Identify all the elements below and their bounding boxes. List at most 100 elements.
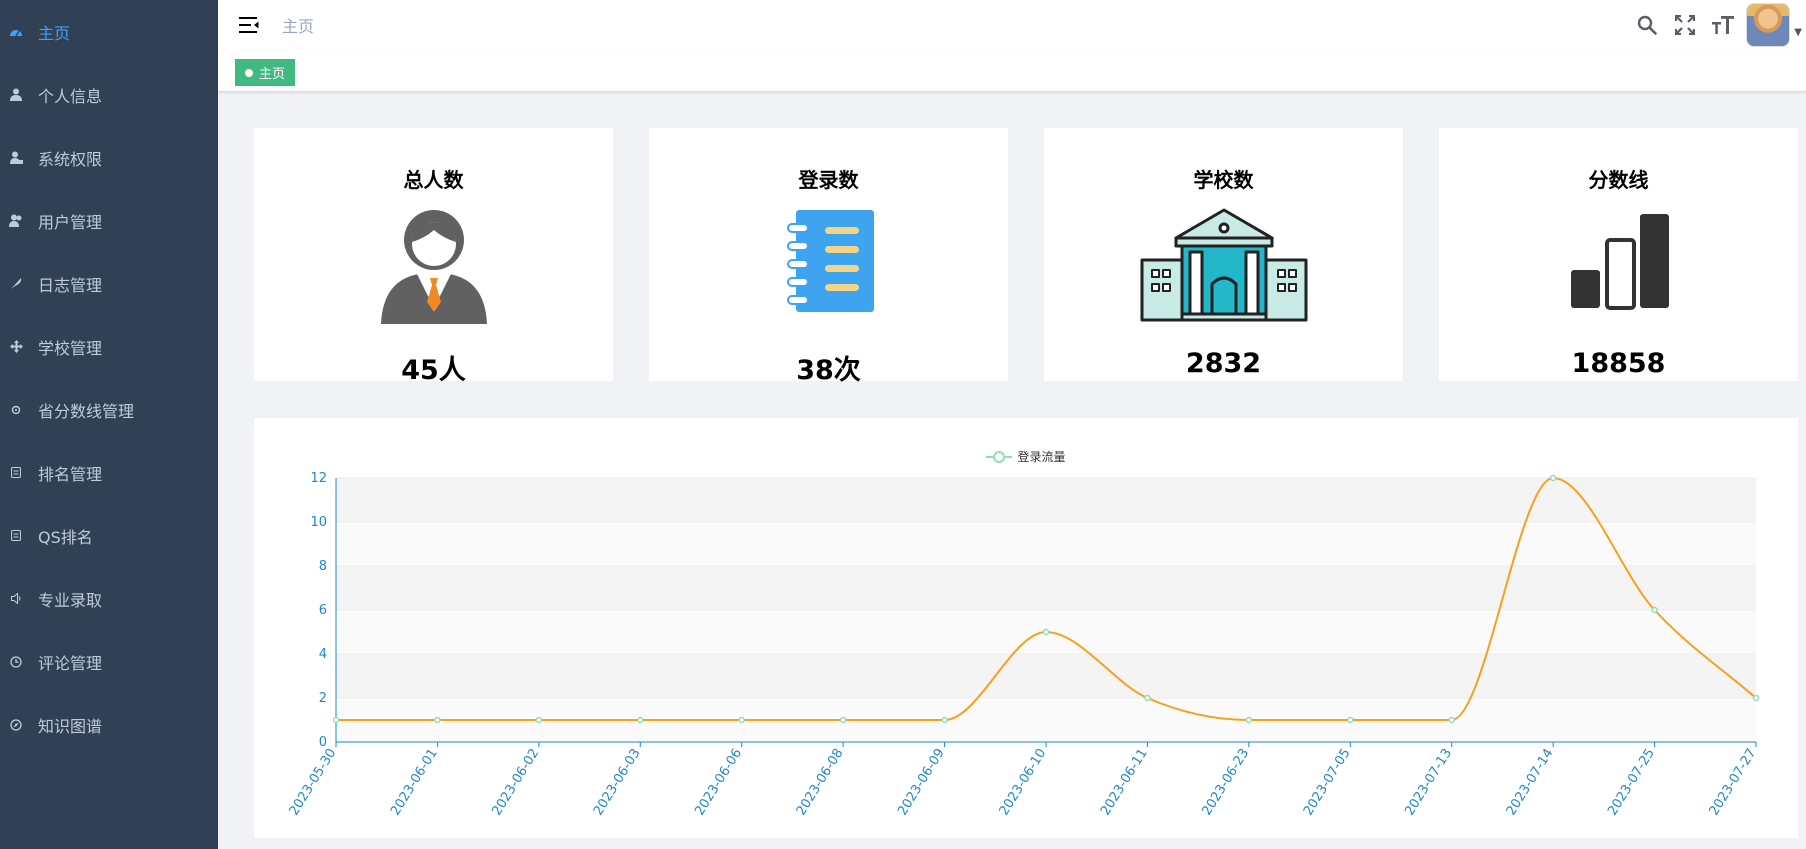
x-tick-label: 2023-05-30 [287, 746, 340, 818]
tag-home[interactable]: 主页 [235, 59, 296, 86]
settings-icon [6, 400, 26, 420]
sidebar-item-qs-ranking[interactable]: QS排名 [0, 504, 218, 567]
y-tick-label: 4 [319, 647, 327, 662]
list-icon [6, 463, 26, 483]
data-point [839, 716, 847, 724]
x-tick-label: 2023-06-10 [997, 746, 1050, 818]
breadcrumb[interactable]: 主页 [282, 13, 314, 37]
sidebar-item-label: 主页 [38, 23, 71, 43]
chart-legend[interactable]: 登录流量 [254, 448, 1798, 465]
data-point [1347, 716, 1354, 724]
sidebar-item-comments[interactable]: 评论管理 [0, 630, 218, 693]
grid-band [336, 522, 1756, 566]
dashboard-icon [6, 22, 26, 42]
feather-icon [6, 274, 26, 294]
data-point [1549, 474, 1557, 482]
sidebar-item-province-scores[interactable]: 省分数线管理 [0, 378, 218, 441]
data-point [637, 716, 644, 724]
sidebar-item-label: 省分数线管理 [38, 401, 135, 421]
caret-down-icon[interactable]: ▼ [1794, 27, 1802, 38]
person-icon [379, 208, 489, 328]
sidebar-item-label: 排名管理 [38, 464, 103, 484]
sidebar-item-logs[interactable]: 日志管理 [0, 252, 218, 315]
x-tick-label: 2023-06-03 [591, 746, 644, 818]
card-total-users: 总人数 45人 [254, 128, 613, 386]
active-dot-icon [245, 68, 253, 77]
sidebar-item-label: 学校管理 [38, 338, 103, 358]
y-tick-label: 10 [310, 515, 327, 530]
x-tick-label: 2023-07-14 [1504, 746, 1557, 818]
card-value: 18858 [1571, 348, 1666, 379]
speaker-icon [6, 589, 26, 609]
data-point [434, 716, 441, 724]
sidebar-item-major-admission[interactable]: 专业录取 [0, 567, 218, 630]
search-icon[interactable] [1628, 0, 1666, 50]
sidebar-item-knowledge-graph[interactable]: 知识图谱 [0, 693, 218, 756]
x-tick-label: 2023-06-09 [895, 746, 948, 818]
grid-band [336, 566, 1756, 610]
y-tick-label: 6 [319, 603, 327, 618]
x-tick-label: 2023-07-05 [1301, 746, 1354, 818]
x-tick-label: 2023-07-25 [1605, 746, 1658, 818]
navbar: 主页 ▼ [218, 0, 1806, 50]
compass-icon [6, 715, 26, 735]
data-point [1752, 694, 1760, 702]
clock-icon [6, 652, 26, 672]
sidebar-item-schools[interactable]: 学校管理 [0, 315, 218, 378]
x-tick-label: 2023-06-06 [692, 746, 745, 818]
sidebar-item-label: 专业录取 [38, 590, 103, 610]
fullscreen-icon[interactable] [1666, 0, 1704, 50]
sidebar-item-label: 日志管理 [38, 275, 103, 295]
sidebar-item-users[interactable]: 用户管理 [0, 189, 218, 252]
card-school-count: 学校数 2832 [1044, 128, 1403, 381]
sidebar-item-label: 评论管理 [38, 653, 103, 673]
sidebar-item-label: 用户管理 [38, 212, 103, 232]
sidebar-item-profile[interactable]: 个人信息 [0, 63, 218, 126]
card-value: 45人 [401, 355, 466, 386]
x-tick-label: 2023-06-02 [489, 746, 542, 818]
card-value: 2832 [1185, 348, 1262, 379]
sidebar-item-label: 个人信息 [38, 86, 103, 106]
font-size-icon[interactable] [1704, 0, 1742, 50]
card-login-count: 登录数 38次 [649, 128, 1008, 386]
user-icon [6, 85, 26, 105]
list-icon [6, 526, 26, 546]
users-icon [6, 211, 26, 231]
y-tick-label: 8 [319, 559, 327, 574]
y-tick-label: 2 [319, 691, 327, 706]
sidebar-item-home[interactable]: 主页 [0, 0, 218, 63]
card-title: 学校数 [1193, 168, 1254, 192]
user-lock-icon [6, 148, 26, 168]
card-title: 分数线 [1588, 168, 1649, 192]
x-tick-label: 2023-07-13 [1402, 746, 1455, 818]
data-point [738, 716, 745, 724]
sidebar: 主页 个人信息 系统权限 用户管理 日志管理 学校管理 省分数线管理 排名管理 … [0, 0, 218, 849]
x-tick-label: 2023-06-01 [388, 746, 441, 818]
tag-label: 主页 [259, 67, 286, 82]
data-point [941, 716, 948, 724]
login-traffic-chart: 登录流量 0 2 4 6 8 10 12 2023-05-30 2023-06-01 2023-0… [254, 418, 1798, 838]
x-tick-label: 2023-06-11 [1098, 746, 1151, 818]
legend-marker-icon [986, 450, 1013, 463]
tags-view: 主页 [218, 50, 1806, 92]
card-score-lines: 分数线 18858 [1439, 128, 1798, 381]
line-chart: 0246810122023-05-30 2023-06-01 2023-06-02 2… [287, 471, 1760, 818]
sidebar-item-label: QS排名 [38, 527, 93, 547]
y-tick-label: 12 [310, 471, 327, 486]
data-point [332, 716, 340, 724]
x-tick-label: 2023-06-23 [1199, 746, 1252, 818]
sidebar-item-permissions[interactable]: 系统权限 [0, 126, 218, 189]
notebook-icon [784, 208, 874, 316]
data-point [1448, 716, 1455, 724]
bar-level-icon [1569, 208, 1669, 316]
sidebar-item-label: 系统权限 [38, 149, 103, 169]
legend-label: 登录流量 [1017, 450, 1066, 464]
data-point [1245, 716, 1253, 724]
sidebar-item-rankings[interactable]: 排名管理 [0, 441, 218, 504]
x-tick-label: 2023-06-08 [794, 746, 847, 818]
card-title: 总人数 [403, 168, 464, 192]
data-point [1651, 606, 1658, 614]
avatar[interactable] [1746, 3, 1791, 47]
hamburger-menu-icon[interactable] [236, 12, 262, 38]
x-tick-label: 2023-07-27 [1707, 746, 1760, 818]
